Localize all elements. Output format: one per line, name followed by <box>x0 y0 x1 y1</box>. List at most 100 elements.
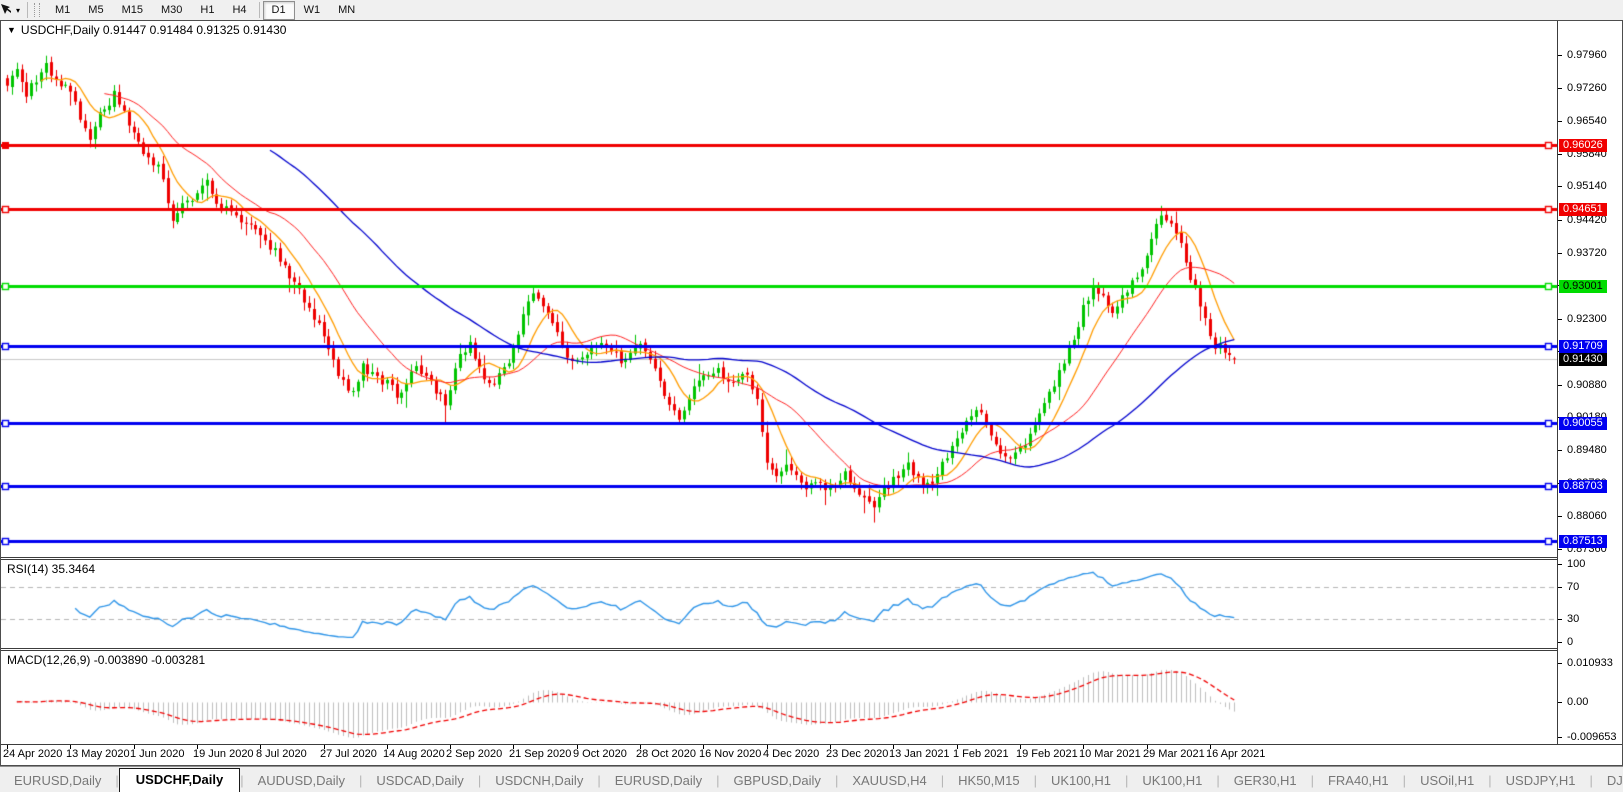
chart-window: ▼ USDCHF,Daily 0.91447 0.91484 0.91325 0… <box>0 20 1623 766</box>
axis-tick-mark <box>1558 55 1562 56</box>
date-axis-label: 8 Jul 2020 <box>256 748 307 760</box>
toolbar-separator <box>27 2 28 18</box>
axis-tick-mark <box>1558 587 1562 588</box>
tab-USDCHF-Daily[interactable]: USDCHF,Daily <box>119 768 240 792</box>
trading-terminal: ▾ M1M5M15M30H1H4 D1W1MN ▼ USDCHF,Daily 0.… <box>0 0 1623 792</box>
rsi-axis-tick: 30 <box>1567 613 1579 625</box>
date-axis-label: 29 Mar 2021 <box>1143 748 1205 760</box>
timeframe-button-group: M1M5M15M30H1H4 D1W1MN <box>46 1 364 20</box>
price-axis-tick: 0.96540 <box>1567 115 1607 127</box>
tab-USDCAD-Daily[interactable]: USDCAD,Daily <box>362 770 477 792</box>
date-axis-label: 1 Feb 2021 <box>953 748 1009 760</box>
axis-tick-mark <box>1558 319 1562 320</box>
toolbar-grip-handle[interactable] <box>34 3 40 17</box>
hline-price-label[interactable]: 0.90055 <box>1559 417 1607 430</box>
axis-tick-mark <box>1558 220 1562 221</box>
current-price-label: 0.91430 <box>1559 353 1607 366</box>
toolbar-separator <box>259 2 260 18</box>
hline-price-label[interactable]: 0.88703 <box>1559 480 1607 493</box>
axis-tick-mark <box>1558 516 1562 517</box>
timeframe-toolbar: ▾ M1M5M15M30H1H4 D1W1MN <box>0 0 1623 21</box>
timeframe-button-M15[interactable]: M15 <box>113 1 152 20</box>
tab-EURUSD-Daily[interactable]: EURUSD,Daily <box>0 770 115 792</box>
axis-tick-mark <box>1558 154 1562 155</box>
date-axis-label: 4 Dec 2020 <box>763 748 819 760</box>
date-axis-label: 10 Mar 2021 <box>1079 748 1141 760</box>
date-axis-label: 23 Dec 2020 <box>826 748 888 760</box>
rsi-indicator-label: RSI(14) 35.3464 <box>7 562 95 576</box>
axis-tick-mark <box>1558 88 1562 89</box>
chart-title-row: ▼ USDCHF,Daily 0.91447 0.91484 0.91325 0… <box>1 21 1622 38</box>
date-axis-label: 21 Sep 2020 <box>509 748 571 760</box>
tab-EURUSD-Daily[interactable]: EURUSD,Daily <box>601 770 716 792</box>
price-axis-tick: 0.97260 <box>1567 82 1607 94</box>
tab-GER30-H1[interactable]: GER30,H1 <box>1220 770 1311 792</box>
axis-tick-mark <box>1558 564 1562 565</box>
axis-tick-mark <box>1558 450 1562 451</box>
axis-tick-mark <box>1558 642 1562 643</box>
tab-DJ30-Weekly[interactable]: DJ30,Weekly <box>1593 770 1623 792</box>
date-axis-label: 2 Sep 2020 <box>446 748 502 760</box>
macd-axis-tick: -0.009653 <box>1567 731 1617 743</box>
chart-title: USDCHF,Daily 0.91447 0.91484 0.91325 0.9… <box>21 23 287 37</box>
axis-tick-mark <box>1558 186 1562 187</box>
date-axis-label: 1 Jun 2020 <box>130 748 184 760</box>
tab-FRA40-H1[interactable]: FRA40,H1 <box>1314 770 1403 792</box>
axis-tick-mark <box>1558 702 1562 703</box>
tab-AUDUSD-Daily[interactable]: AUDUSD,Daily <box>244 770 359 792</box>
macd-indicator-label: MACD(12,26,9) -0.003890 -0.003281 <box>7 653 205 667</box>
macd-indicator-canvas[interactable] <box>1 651 1557 745</box>
rsi-axis-tick: 100 <box>1567 558 1585 570</box>
axis-tick-mark <box>1558 385 1562 386</box>
cursor-tool-icon[interactable] <box>0 2 15 18</box>
main-price-chart-canvas[interactable] <box>1 38 1557 557</box>
tab-UK100-H1[interactable]: UK100,H1 <box>1037 770 1125 792</box>
hline-price-label[interactable]: 0.91709 <box>1559 340 1607 353</box>
price-axis-tick: 0.88060 <box>1567 510 1607 522</box>
tab-USDJPY-H1[interactable]: USDJPY,H1 <box>1492 770 1590 792</box>
price-axis: 0.979600.972600.965400.958400.951400.944… <box>1557 21 1622 744</box>
date-axis-label: 28 Oct 2020 <box>636 748 696 760</box>
date-axis-label: 14 Aug 2020 <box>383 748 445 760</box>
hline-price-label[interactable]: 0.93001 <box>1559 280 1607 293</box>
price-axis-tick: 0.90880 <box>1567 379 1607 391</box>
tab-HK50-M15[interactable]: HK50,M15 <box>944 770 1033 792</box>
tab-GBPUSD-Daily[interactable]: GBPUSD,Daily <box>720 770 835 792</box>
tab-UK100-H1[interactable]: UK100,H1 <box>1128 770 1216 792</box>
date-axis-label: 13 May 2020 <box>66 748 130 760</box>
hline-price-label[interactable]: 0.96026 <box>1559 139 1607 152</box>
rsi-axis-tick: 70 <box>1567 581 1579 593</box>
timeframe-button-D1[interactable]: D1 <box>263 1 295 20</box>
price-axis-tick: 0.95140 <box>1567 180 1607 192</box>
cursor-tool-glyph <box>0 3 13 17</box>
axis-tick-mark <box>1558 121 1562 122</box>
timeframe-button-MN[interactable]: MN <box>329 1 364 20</box>
timeframe-button-H4[interactable]: H4 <box>223 1 255 20</box>
tab-USDCNH-Daily[interactable]: USDCNH,Daily <box>481 770 597 792</box>
chart-tab-bar: EURUSD,Daily|USDCHF,Daily|AUDUSD,Daily|U… <box>0 766 1623 792</box>
axis-tick-mark <box>1558 737 1562 738</box>
timeframe-button-M1[interactable]: M1 <box>46 1 79 20</box>
date-axis-label: 19 Feb 2021 <box>1016 748 1078 760</box>
tab-USOil-H1[interactable]: USOil,H1 <box>1406 770 1488 792</box>
tab-XAUUSD-H4[interactable]: XAUUSD,H4 <box>838 770 940 792</box>
timeframe-button-M30[interactable]: M30 <box>152 1 191 20</box>
price-axis-tick: 0.92300 <box>1567 313 1607 325</box>
price-axis-tick: 0.89480 <box>1567 444 1607 456</box>
timeframe-button-W1[interactable]: W1 <box>295 1 330 20</box>
axis-tick-mark <box>1558 549 1562 550</box>
rsi-indicator-canvas[interactable] <box>1 560 1557 648</box>
timeframe-button-H1[interactable]: H1 <box>191 1 223 20</box>
date-axis: 24 Apr 202013 May 20201 Jun 202019 Jun 2… <box>1 744 1622 764</box>
cursor-tool-dropdown-icon[interactable]: ▾ <box>15 6 24 15</box>
timeframe-button-M5[interactable]: M5 <box>79 1 112 20</box>
price-axis-tick: 0.93720 <box>1567 247 1607 259</box>
axis-tick-mark <box>1558 253 1562 254</box>
hline-price-label[interactable]: 0.94651 <box>1559 203 1607 216</box>
date-axis-label: 16 Nov 2020 <box>699 748 761 760</box>
chart-collapse-icon[interactable]: ▼ <box>1 25 21 35</box>
date-axis-label: 27 Jul 2020 <box>320 748 377 760</box>
price-axis-tick: 0.97960 <box>1567 49 1607 61</box>
axis-tick-mark <box>1558 663 1562 664</box>
hline-price-label[interactable]: 0.87513 <box>1559 535 1607 548</box>
